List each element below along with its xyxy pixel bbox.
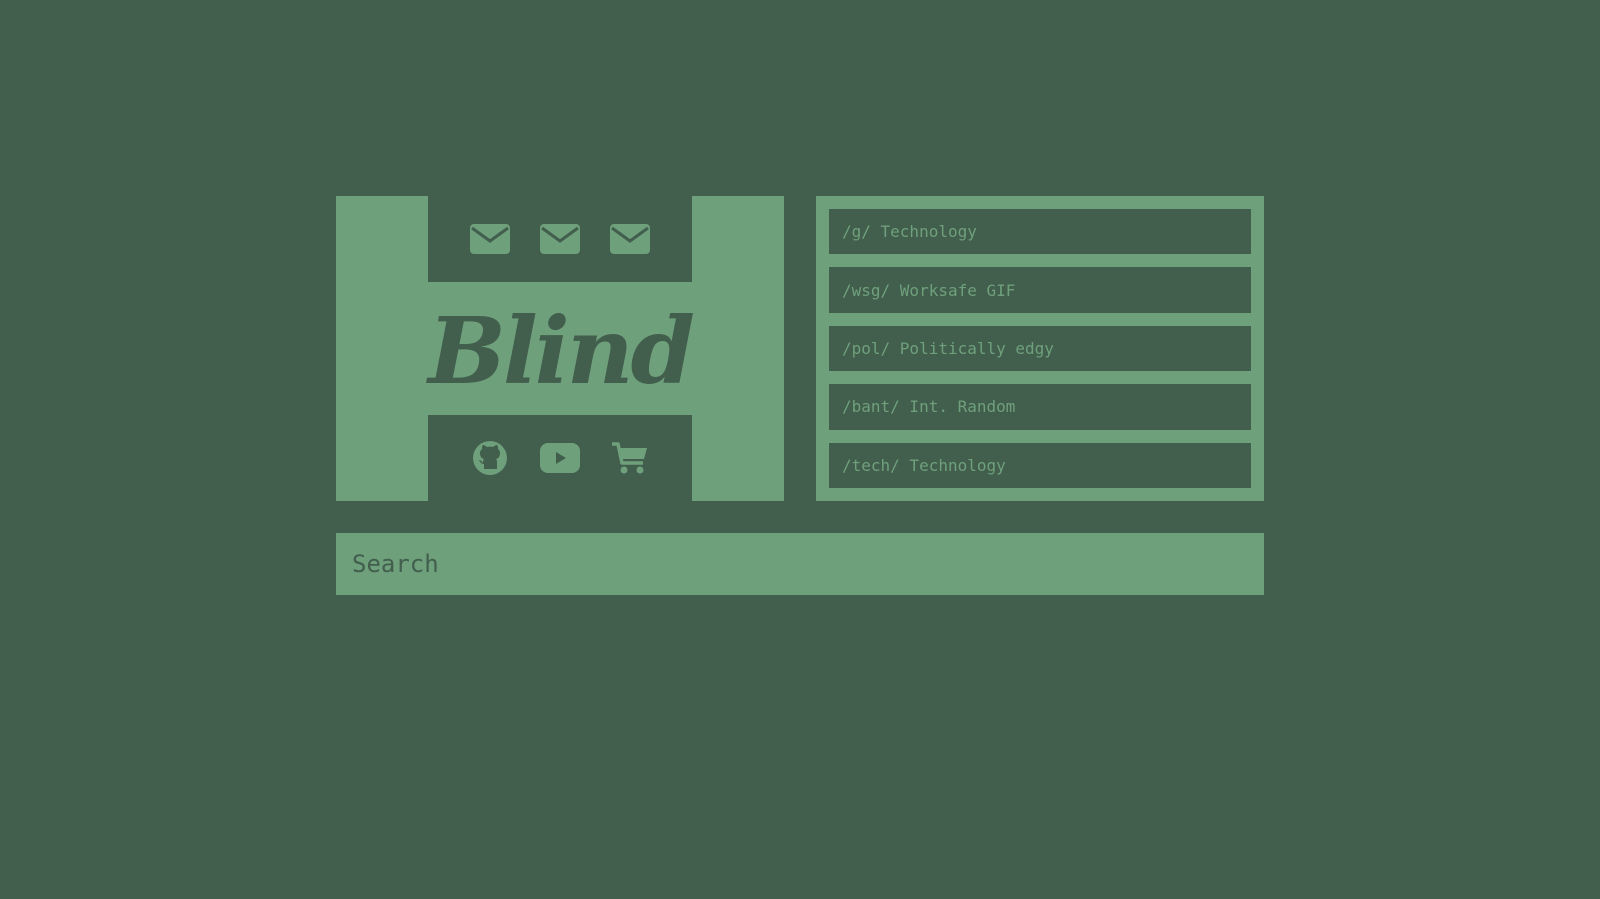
- search-input[interactable]: [336, 533, 1264, 595]
- top-row: Blind /g/ Technology /wsg/ Worksafe GIF …: [336, 196, 1264, 501]
- board-link-pol[interactable]: /pol/ Politically edgy: [829, 325, 1251, 372]
- youtube-icon[interactable]: [540, 438, 580, 478]
- board-link-g[interactable]: /g/ Technology: [829, 209, 1251, 255]
- brand-card: Blind: [336, 196, 784, 501]
- board-link-tech[interactable]: /tech/ Technology: [829, 442, 1251, 489]
- envelope-icon[interactable]: [540, 219, 580, 259]
- cart-icon[interactable]: [610, 438, 650, 478]
- github-icon[interactable]: [470, 438, 510, 478]
- logo: Blind: [428, 296, 695, 405]
- envelope-icon[interactable]: [610, 219, 650, 259]
- envelope-icon[interactable]: [470, 219, 510, 259]
- board-link-wsg[interactable]: /wsg/ Worksafe GIF: [829, 267, 1251, 313]
- board-list: /g/ Technology /wsg/ Worksafe GIF /pol/ …: [816, 196, 1264, 501]
- board-link-bant[interactable]: /bant/ Int. Random: [829, 384, 1251, 430]
- startpage: Blind /g/ Technology /wsg/ Worksafe GIF …: [336, 196, 1264, 595]
- bottom-icon-strip: [428, 415, 692, 501]
- top-icon-strip: [428, 196, 692, 282]
